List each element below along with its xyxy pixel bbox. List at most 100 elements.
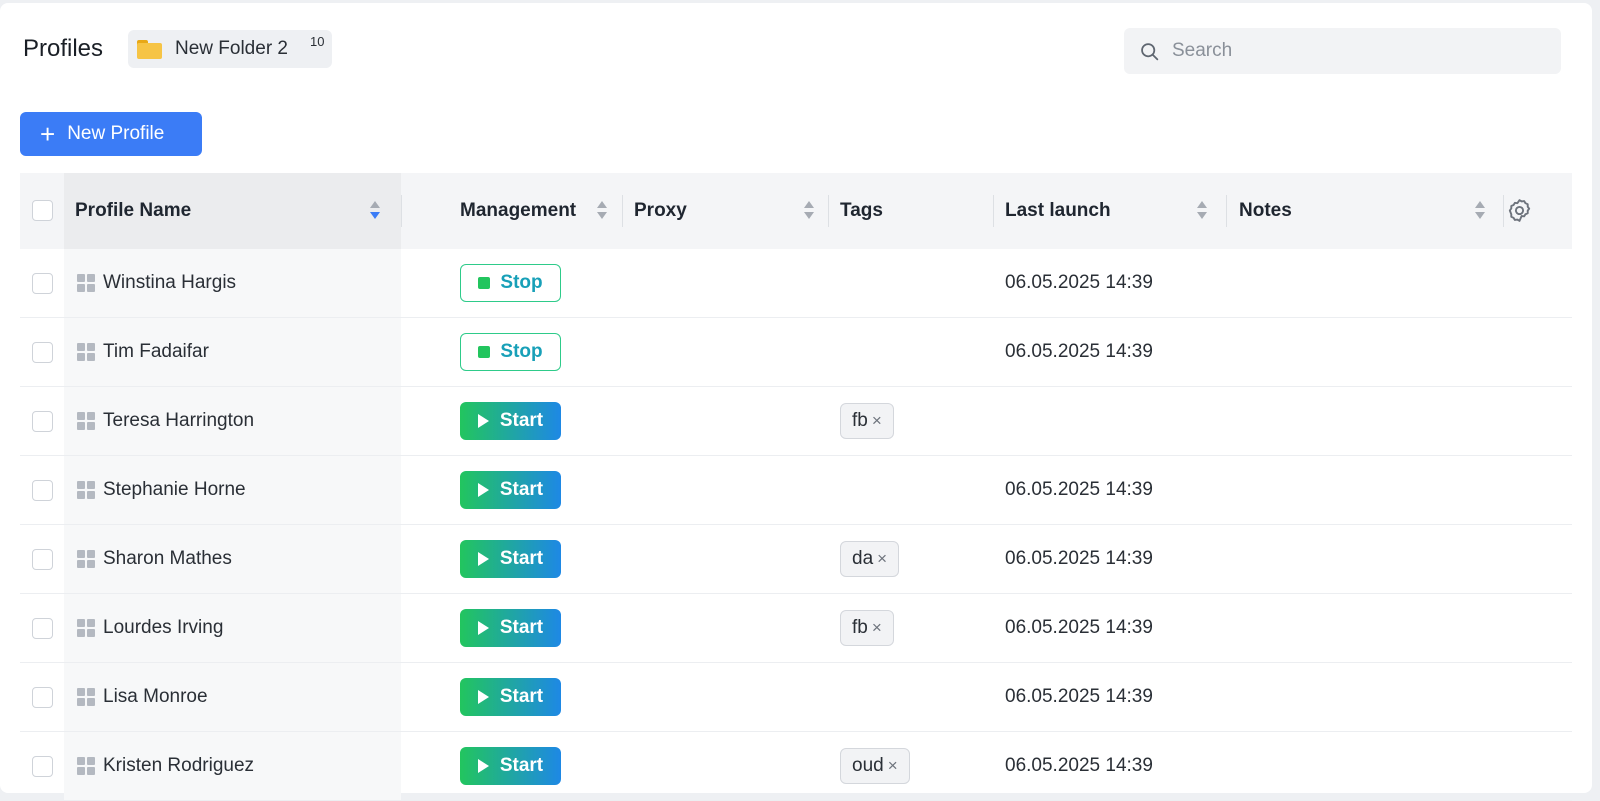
last-launch-value: 06.05.2025 14:39 [1005,272,1153,293]
play-icon [477,483,489,497]
stop-button[interactable]: Stop [460,333,561,371]
tag-chip: fb × [840,610,894,646]
profile-name[interactable]: Tim Fadaifar [103,341,209,363]
column-header-notes[interactable]: Notes [1239,173,1292,249]
remove-tag-icon[interactable]: × [888,756,898,776]
folder-chip[interactable]: New Folder 2 10 [128,30,332,68]
grid-icon [77,757,96,776]
start-label: Start [499,686,544,707]
last-launch-value: 06.05.2025 14:39 [1005,686,1153,707]
column-divider [622,195,623,227]
profile-name[interactable]: Winstina Hargis [103,272,236,294]
column-header-tags[interactable]: Tags [840,173,883,249]
grid-icon [77,412,96,431]
column-divider [1226,195,1227,227]
row-checkbox[interactable] [32,687,53,708]
start-label: Start [499,548,544,569]
profile-name[interactable]: Teresa Harrington [103,410,254,432]
tag-label: da [852,548,874,569]
table-row[interactable]: Sharon Mathes Start da × 06.05.2025 14:39 [20,525,1572,594]
column-label-profile-name: Profile Name [75,200,192,221]
sort-icon[interactable] [803,201,815,221]
column-label-tags: Tags [840,200,883,221]
column-header-management[interactable]: Management [460,173,576,249]
gear-icon[interactable] [1506,197,1533,224]
stop-label: Stop [500,272,543,293]
column-label-notes: Notes [1239,200,1292,221]
start-button[interactable]: Start [460,609,561,647]
start-label: Start [499,755,544,776]
grid-icon [77,619,96,638]
row-checkbox[interactable] [32,411,53,432]
column-header-profile-name[interactable]: Profile Name [64,173,401,249]
table-row[interactable]: Winstina Hargis Stop 06.05.2025 14:39 [20,249,1572,318]
remove-tag-icon[interactable]: × [877,549,887,569]
grid-icon [77,550,96,569]
column-header-last-launch[interactable]: Last launch [1005,173,1111,249]
remove-tag-icon[interactable]: × [872,411,882,431]
remove-tag-icon[interactable]: × [872,618,882,638]
column-label-management: Management [460,200,577,221]
table-row[interactable]: Lisa Monroe Start 06.05.2025 14:39 [20,663,1572,732]
row-checkbox[interactable] [32,549,53,570]
last-launch-value: 06.05.2025 14:39 [1005,755,1153,776]
main-panel: Profiles New Folder 2 10 + New Profile P… [0,3,1592,801]
play-icon [477,690,489,704]
play-icon [477,414,489,428]
search-input[interactable] [1172,40,1552,62]
tag-chip: oud × [840,748,910,784]
start-label: Start [499,617,544,638]
start-button[interactable]: Start [460,540,561,578]
row-checkbox[interactable] [32,480,53,501]
tag-label: fb [852,617,868,638]
sort-icon[interactable] [1196,201,1208,221]
last-launch-value: 06.05.2025 14:39 [1005,617,1153,638]
grid-icon [77,481,96,500]
new-profile-button[interactable]: + New Profile [20,112,202,156]
sort-icon[interactable] [596,201,608,221]
table-row[interactable]: Stephanie Horne Start 06.05.2025 14:39 [20,456,1572,525]
tag-chip: fb × [840,403,894,439]
profile-name[interactable]: Lourdes Irving [103,617,223,639]
plus-icon: + [40,119,56,149]
start-button[interactable]: Start [460,678,561,716]
profile-name[interactable]: Stephanie Horne [103,479,246,501]
column-divider [828,195,829,227]
last-launch-value: 06.05.2025 14:39 [1005,548,1153,569]
table-row[interactable]: Lourdes Irving Start fb × 06.05.2025 14:39 [20,594,1572,663]
grid-icon [77,343,96,362]
profile-name[interactable]: Kristen Rodriguez [103,755,254,777]
stop-button[interactable]: Stop [460,264,561,302]
tag-chip: da × [840,541,900,577]
table-row[interactable]: Kristen Rodriguez Start oud × 06.05.2025 14:… [20,732,1572,801]
profile-name[interactable]: Lisa Monroe [103,686,208,708]
start-button[interactable]: Start [460,402,561,440]
column-divider [401,195,402,227]
grid-icon [77,274,96,293]
column-header-proxy[interactable]: Proxy [634,173,687,249]
table-row[interactable]: Tim Fadaifar Stop 06.05.2025 14:39 [20,318,1572,387]
stop-icon [478,277,491,289]
select-all-checkbox[interactable] [32,200,53,221]
column-divider [993,195,994,227]
row-checkbox[interactable] [32,273,53,294]
row-checkbox[interactable] [32,618,53,639]
column-divider [1503,195,1504,227]
folder-name: New Folder 2 [175,38,288,59]
play-icon [477,552,489,566]
search-box[interactable] [1124,28,1561,74]
sort-icon[interactable] [369,201,381,221]
new-profile-label: New Profile [67,123,165,144]
table-row[interactable]: Teresa Harrington Start fb × [20,387,1572,456]
column-label-last-launch: Last launch [1005,200,1111,221]
start-button[interactable]: Start [460,747,561,785]
row-checkbox[interactable] [32,756,53,777]
sort-icon[interactable] [1474,201,1486,221]
column-label-proxy: Proxy [634,200,687,221]
start-button[interactable]: Start [460,471,561,509]
last-launch-value: 06.05.2025 14:39 [1005,341,1153,362]
search-icon [1141,42,1159,60]
table-body: Winstina Hargis Stop 06.05.2025 14:39 Tim F… [20,249,1572,801]
profile-name[interactable]: Sharon Mathes [103,548,232,570]
row-checkbox[interactable] [32,342,53,363]
